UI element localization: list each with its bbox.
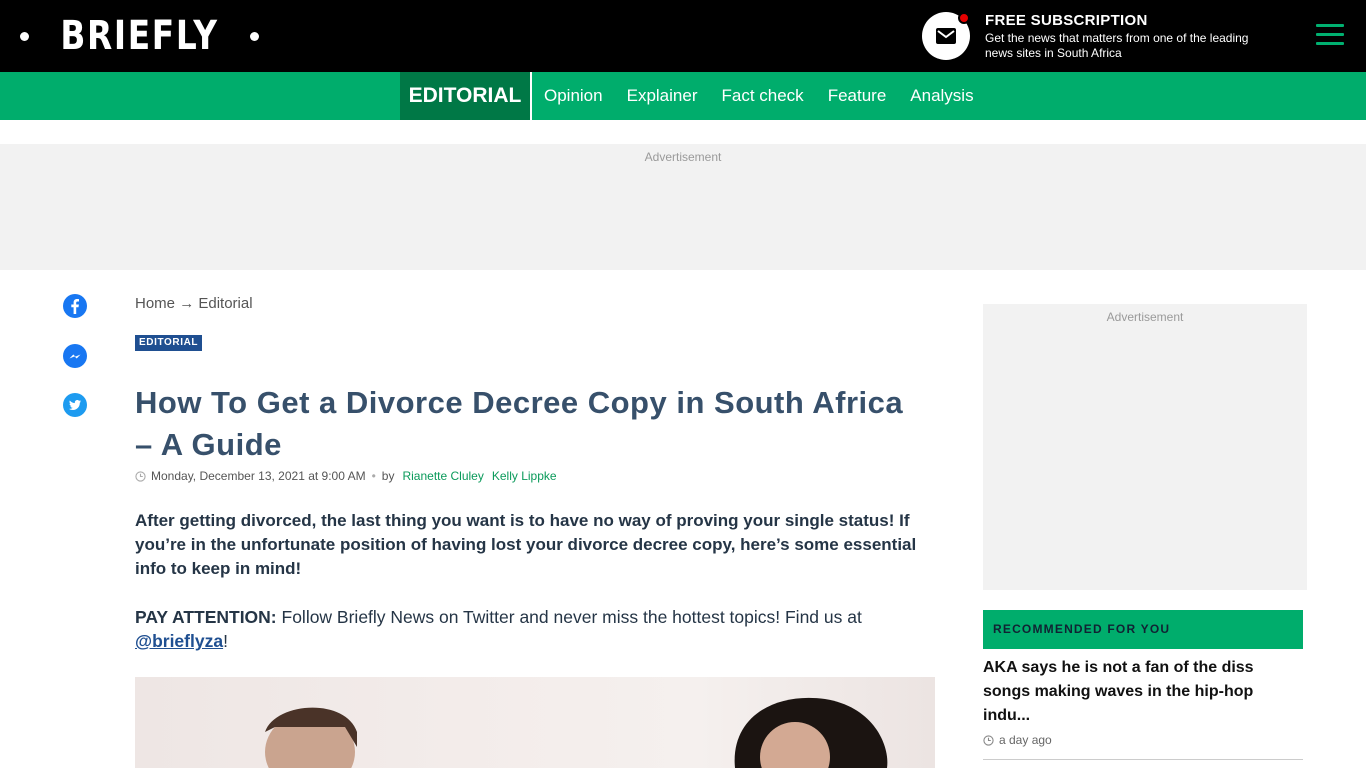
menu-icon[interactable] (1316, 24, 1344, 46)
subscription-description: Get the news that matters from one of th… (985, 31, 1249, 60)
publish-date: Monday, December 13, 2021 at 9:00 AM (151, 469, 366, 483)
sidebar-advertisement[interactable]: Advertisement (983, 304, 1307, 590)
top-advertisement[interactable]: Advertisement (0, 144, 1366, 270)
breadcrumb: Home → Editorial (135, 295, 253, 312)
logo-dot-left (20, 31, 29, 41)
recommended-item-time: a day ago (983, 733, 1052, 747)
free-subscription[interactable]: FREE SUBSCRIPTION Get the news that matt… (922, 12, 1262, 62)
article-title: How To Get a Divorce Decree Copy in Sout… (135, 385, 904, 462)
recommended-divider (983, 759, 1303, 760)
ad-label: Advertisement (644, 150, 722, 164)
recommended-item-title[interactable]: AKA says he is not a fan of the diss son… (983, 656, 1283, 728)
article-meta: Monday, December 13, 2021 at 9:00 AM • b… (135, 469, 557, 483)
facebook-icon[interactable] (63, 294, 87, 318)
article-hero-image (135, 677, 935, 768)
category-tag[interactable]: EDITORIAL (135, 335, 203, 351)
nav-divider (530, 72, 532, 120)
clock-icon (983, 734, 994, 746)
twitter-handle-link[interactable]: @brieflyza (135, 631, 223, 651)
article-lede: After getting divorced, the last thing y… (135, 511, 917, 578)
notification-dot (958, 12, 970, 24)
nav-editorial[interactable]: EDITORIAL (400, 72, 530, 120)
ad-label: Advertisement (1106, 310, 1184, 324)
nav-feature[interactable]: Feature (828, 86, 887, 106)
logo-dot-right (250, 31, 260, 41)
messenger-icon[interactable] (63, 344, 87, 368)
nav-fact-check[interactable]: Fact check (721, 86, 803, 106)
pay-attention-text: Follow Briefly News on Twitter and never… (276, 607, 862, 627)
site-header: BRIEFLY FREE SUBSCRIPTION Get the news t… (0, 0, 1366, 72)
breadcrumb-section[interactable]: Editorial (198, 295, 252, 312)
briefly-logo[interactable]: BRIEFLY (20, 13, 260, 59)
subscription-title: FREE SUBSCRIPTION (985, 12, 1148, 29)
breadcrumb-home[interactable]: Home (135, 295, 175, 312)
nav-analysis[interactable]: Analysis (910, 86, 973, 106)
twitter-icon[interactable] (63, 393, 87, 417)
author-link[interactable]: Kelly Lippke (492, 469, 557, 483)
pay-attention-label: PAY ATTENTION: (135, 607, 277, 627)
nav-explainer[interactable]: Explainer (627, 86, 698, 106)
section-nav: EDITORIAL Opinion Explainer Fact check F… (0, 72, 1366, 120)
nav-opinion[interactable]: Opinion (544, 86, 603, 106)
breadcrumb-arrow: → (179, 295, 195, 312)
pay-attention-end: ! (223, 631, 228, 651)
recommended-item-time-text: a day ago (999, 733, 1052, 747)
clock-icon (135, 470, 146, 482)
pay-attention-paragraph: PAY ATTENTION: Follow Briefly News on Tw… (135, 605, 925, 653)
author-link[interactable]: Rianette Cluley (402, 469, 483, 483)
byline-label: by (381, 469, 395, 483)
recommended-heading: RECOMMENDED FOR YOU (983, 610, 1303, 649)
logo-text: BRIEFLY (60, 13, 219, 59)
meta-bullet: • (371, 469, 376, 483)
